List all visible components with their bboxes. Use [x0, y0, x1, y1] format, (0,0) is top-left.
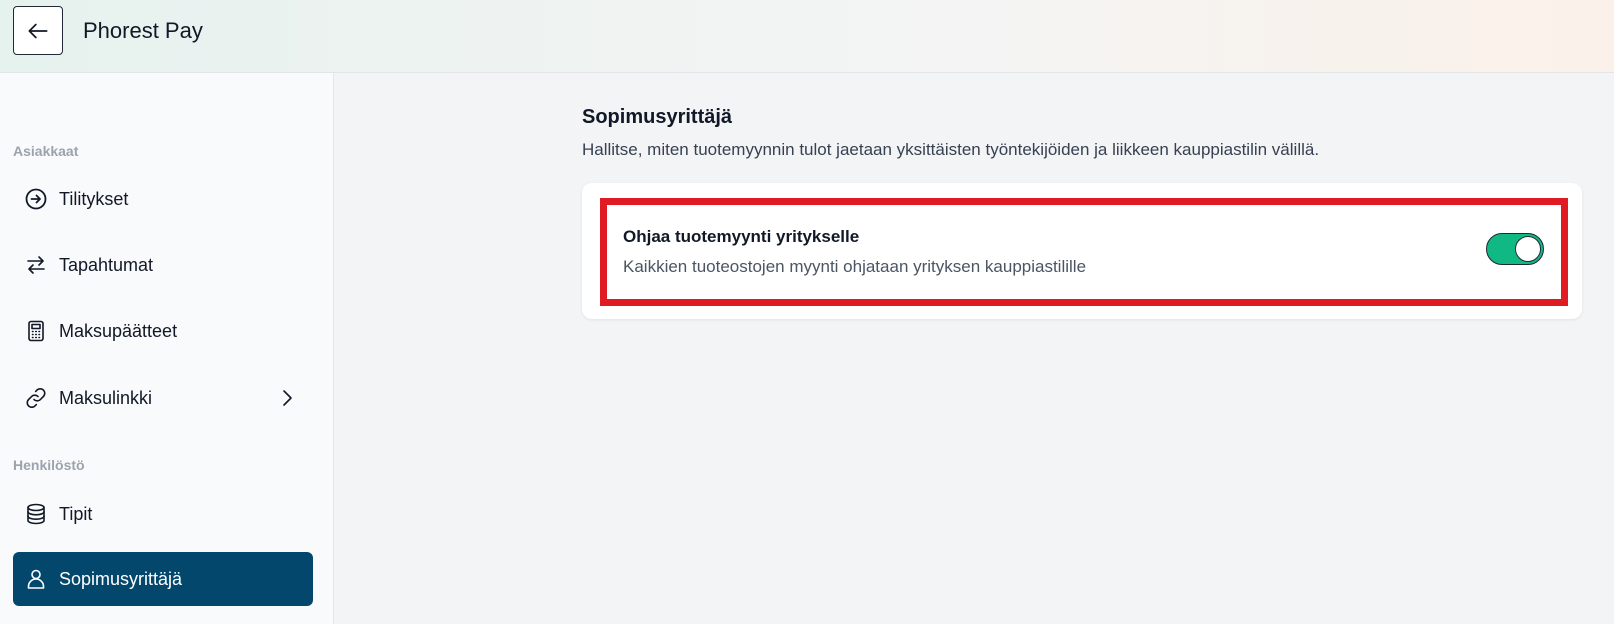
sidebar-item-label: Tilitykset: [59, 188, 129, 209]
chevron-right-icon: [283, 390, 292, 406]
database-icon: [24, 502, 48, 526]
user-icon: [24, 567, 48, 591]
app-header: Phorest Pay: [0, 0, 1614, 73]
sidebar-item-label: Tipit: [59, 503, 93, 524]
sidebar-section-label: Asiakkaat: [13, 143, 79, 159]
highlight-box: [600, 198, 1568, 306]
sidebar-item-sopimusyrittaja[interactable]: Sopimusyrittäjä: [13, 552, 313, 606]
sidebar-item-tilitykset[interactable]: Tilitykset: [13, 172, 313, 226]
arrow-circle-right-icon: [24, 187, 48, 211]
page-title: Sopimusyrittäjä: [582, 106, 733, 128]
page-description: Hallitse, miten tuotemyynnin tulot jaeta…: [582, 140, 1320, 159]
sidebar-item-label: Tapahtumat: [59, 254, 154, 275]
back-button[interactable]: [13, 6, 63, 55]
redirect-sales-toggle[interactable]: [1486, 233, 1544, 265]
calculator-icon: [24, 319, 48, 343]
setting-description: Kaikkien tuoteostojen myynti ohjataan yr…: [623, 257, 1087, 276]
app-title: Phorest Pay: [83, 18, 203, 43]
arrow-left-icon: [28, 23, 48, 38]
setting-title: Ohjaa tuotemyynti yritykselle: [623, 227, 860, 246]
toggle-knob: [1515, 236, 1541, 262]
sidebar-item-tapahtumat[interactable]: Tapahtumat: [13, 238, 313, 292]
arrows-swap-icon: [24, 253, 48, 277]
sidebar-item-maksulinkki[interactable]: Maksulinkki: [13, 371, 313, 425]
sidebar-item-label: Sopimusyrittäjä: [59, 568, 183, 589]
sidebar-item-label: Maksulinkki: [59, 387, 153, 408]
sidebar-item-label: Maksupäätteet: [59, 320, 178, 341]
link-icon: [24, 386, 48, 410]
sidebar-item-tipit[interactable]: Tipit: [13, 487, 313, 541]
sidebar-section-label: Henkilöstö: [13, 457, 85, 473]
sidebar-item-maksupaatteet[interactable]: Maksupäätteet: [13, 304, 313, 358]
